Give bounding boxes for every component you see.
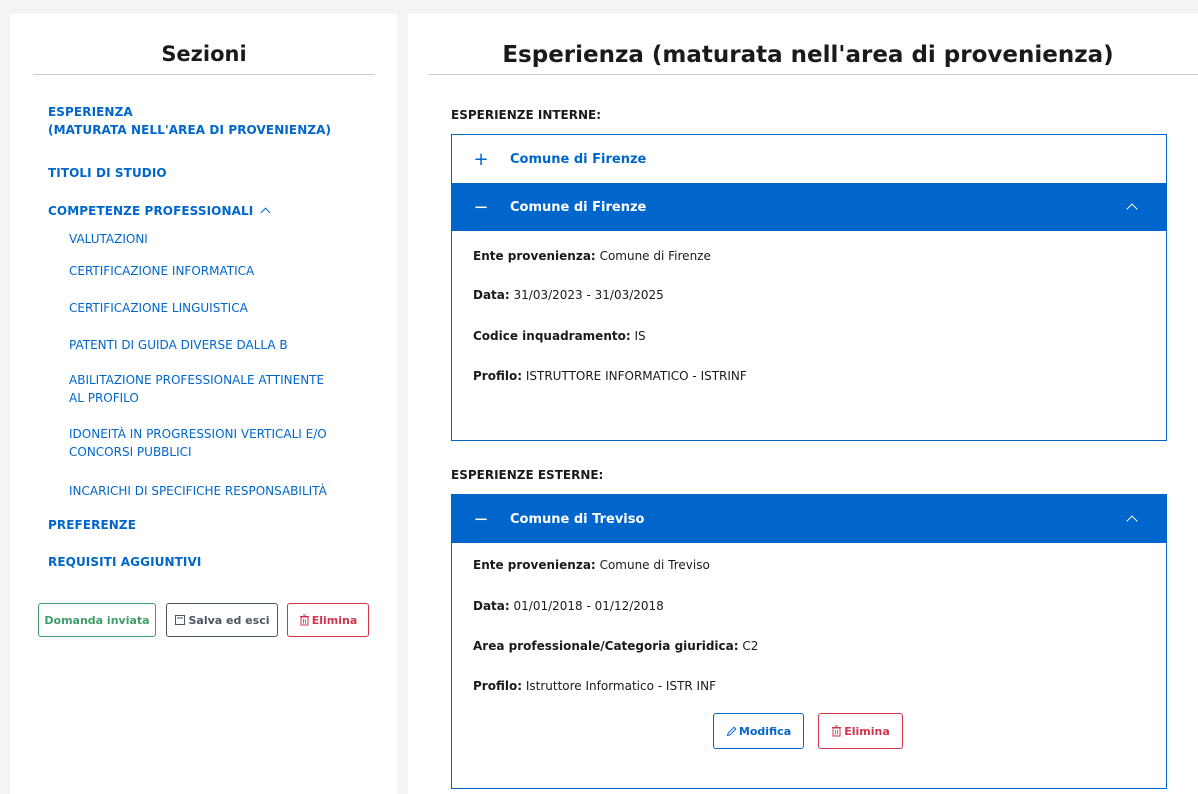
detail-key: Area professionale/Categoria giuridica: xyxy=(473,639,739,653)
sidebar-title: Sezioni xyxy=(161,42,247,66)
chevron-up-icon xyxy=(1126,515,1138,527)
sidebar-subitem-abilitazione[interactable]: ABILITAZIONE PROFESSIONALE ATTINENTE AL … xyxy=(69,371,324,407)
external-experiences-accordion: − Comune di Treviso Ente provenienza: Co… xyxy=(451,494,1167,789)
trash-icon xyxy=(832,725,842,737)
detail-data: Data: 31/03/2023 - 31/03/2025 xyxy=(473,288,664,302)
edit-button[interactable]: Modifica xyxy=(713,713,804,749)
sidebar-subitem-incarichi[interactable]: INCARICHI DI SPECIFICHE RESPONSABILITÀ xyxy=(69,482,327,500)
external-experiences-heading: ESPERIENZE ESTERNE: xyxy=(451,468,604,482)
sidebar-subitem-label: IDONEITÀ IN PROGRESSIONI VERTICALI E/O xyxy=(69,427,327,441)
sidebar-subitem-idoneita[interactable]: IDONEITÀ IN PROGRESSIONI VERTICALI E/O C… xyxy=(69,425,327,461)
title-divider xyxy=(428,74,1198,75)
pencil-icon xyxy=(726,725,737,736)
detail-profilo: Profilo: Istruttore Informatico - ISTR I… xyxy=(473,679,716,693)
main-content: Esperienza (maturata nell'area di proven… xyxy=(408,14,1198,794)
save-and-exit-button[interactable]: Salva ed esci xyxy=(166,603,278,637)
save-icon xyxy=(175,615,186,625)
internal-experiences-accordion: + Comune di Firenze − Comune di Firenze … xyxy=(451,134,1167,441)
sidebar-subitem-label: CONCORSI PUBBLICI xyxy=(69,445,192,459)
detail-area-professionale: Area professionale/Categoria giuridica: … xyxy=(473,639,758,653)
sidebar-item-label: COMPETENZE PROFESSIONALI xyxy=(48,204,254,218)
detail-key: Codice inquadramento: xyxy=(473,329,631,343)
delete-label: Elimina xyxy=(311,613,358,627)
page-title: Esperienza (maturata nell'area di proven… xyxy=(502,42,1114,68)
sidebar-subitem-certificazione-linguistica[interactable]: CERTIFICAZIONE LINGUISTICA xyxy=(69,299,248,317)
chevron-up-icon xyxy=(260,207,271,218)
detail-profilo: Profilo: ISTRUTTORE INFORMATICO - ISTRIN… xyxy=(473,369,747,383)
accordion-item-title: Comune di Firenze xyxy=(510,199,647,215)
edit-label: Modifica xyxy=(738,724,792,738)
sidebar-item-competenze-professionali[interactable]: COMPETENZE PROFESSIONALI xyxy=(48,202,271,220)
internal-experiences-heading: ESPERIENZE INTERNE: xyxy=(451,108,602,122)
detail-key: Data: xyxy=(473,599,510,613)
accordion-item-title: Comune di Firenze xyxy=(510,151,647,167)
sidebar-divider xyxy=(33,74,375,75)
sidebar-item-requisiti-aggiuntivi[interactable]: REQUISITI AGGIUNTIVI xyxy=(48,553,201,571)
sidebar-item-label: ESPERIENZA xyxy=(48,105,133,119)
detail-ente-provenienza: Ente provenienza: Comune di Treviso xyxy=(473,558,710,572)
detail-value: 31/03/2023 - 31/03/2025 xyxy=(513,288,664,302)
detail-codice-inquadramento: Codice inquadramento: IS xyxy=(473,329,646,343)
delete-experience-button[interactable]: Elimina xyxy=(818,713,903,749)
sidebar-item-preferenze[interactable]: PREFERENZE xyxy=(48,516,136,534)
sidebar-subitem-label: ABILITAZIONE PROFESSIONALE ATTINENTE xyxy=(69,373,325,387)
detail-value: Istruttore Informatico - ISTR INF xyxy=(525,679,716,693)
chevron-up-icon xyxy=(1126,203,1138,215)
sidebar-subitem-patenti[interactable]: PATENTI DI GUIDA DIVERSE DALLA B xyxy=(69,336,288,354)
detail-key: Data: xyxy=(473,288,510,302)
trash-icon xyxy=(299,614,309,626)
detail-key: Ente provenienza: xyxy=(473,558,596,572)
detail-value: ISTRUTTORE INFORMATICO - ISTRINF xyxy=(525,369,747,383)
accordion-item-header[interactable]: + Comune di Firenze xyxy=(452,135,1166,183)
sidebar-subitem-label: AL PROFILO xyxy=(69,391,139,405)
save-and-exit-label: Salva ed esci xyxy=(188,613,270,627)
sidebar-item-label: (MATURATA NELL'AREA DI PROVENIENZA) xyxy=(48,123,332,137)
detail-value: C2 xyxy=(742,639,759,653)
detail-value: 01/01/2018 - 01/12/2018 xyxy=(513,599,664,613)
sidebar-subitem-certificazione-informatica[interactable]: CERTIFICAZIONE INFORMATICA xyxy=(69,262,254,280)
accordion-item-header-open[interactable]: − Comune di Treviso xyxy=(452,495,1166,543)
sidebar-item-esperienza[interactable]: ESPERIENZA (MATURATA NELL'AREA DI PROVEN… xyxy=(48,103,331,139)
detail-data: Data: 01/01/2018 - 01/12/2018 xyxy=(473,599,664,613)
accordion-item-title: Comune di Treviso xyxy=(510,511,645,527)
detail-ente-provenienza: Ente provenienza: Comune di Firenze xyxy=(473,249,711,263)
accordion-item-header-open[interactable]: − Comune di Firenze xyxy=(452,183,1166,231)
collapse-minus-icon: − xyxy=(473,196,489,218)
detail-key: Profilo: xyxy=(473,369,523,383)
delete-label: Elimina xyxy=(844,724,890,738)
collapse-minus-icon: − xyxy=(473,508,489,530)
sidebar-subitem-valutazioni[interactable]: VALUTAZIONI xyxy=(69,230,148,248)
domanda-inviata-button[interactable]: Domanda inviata xyxy=(38,603,156,637)
delete-application-button[interactable]: Elimina xyxy=(287,603,369,637)
sections-sidebar: Sezioni ESPERIENZA (MATURATA NELL'AREA D… xyxy=(10,14,397,794)
detail-value: Comune di Firenze xyxy=(599,249,711,263)
detail-key: Ente provenienza: xyxy=(473,249,596,263)
detail-value: IS xyxy=(634,329,646,343)
detail-value: Comune di Treviso xyxy=(599,558,710,572)
expand-plus-icon: + xyxy=(473,148,489,170)
sidebar-item-titoli-di-studio[interactable]: TITOLI DI STUDIO xyxy=(48,164,167,182)
detail-key: Profilo: xyxy=(473,679,523,693)
